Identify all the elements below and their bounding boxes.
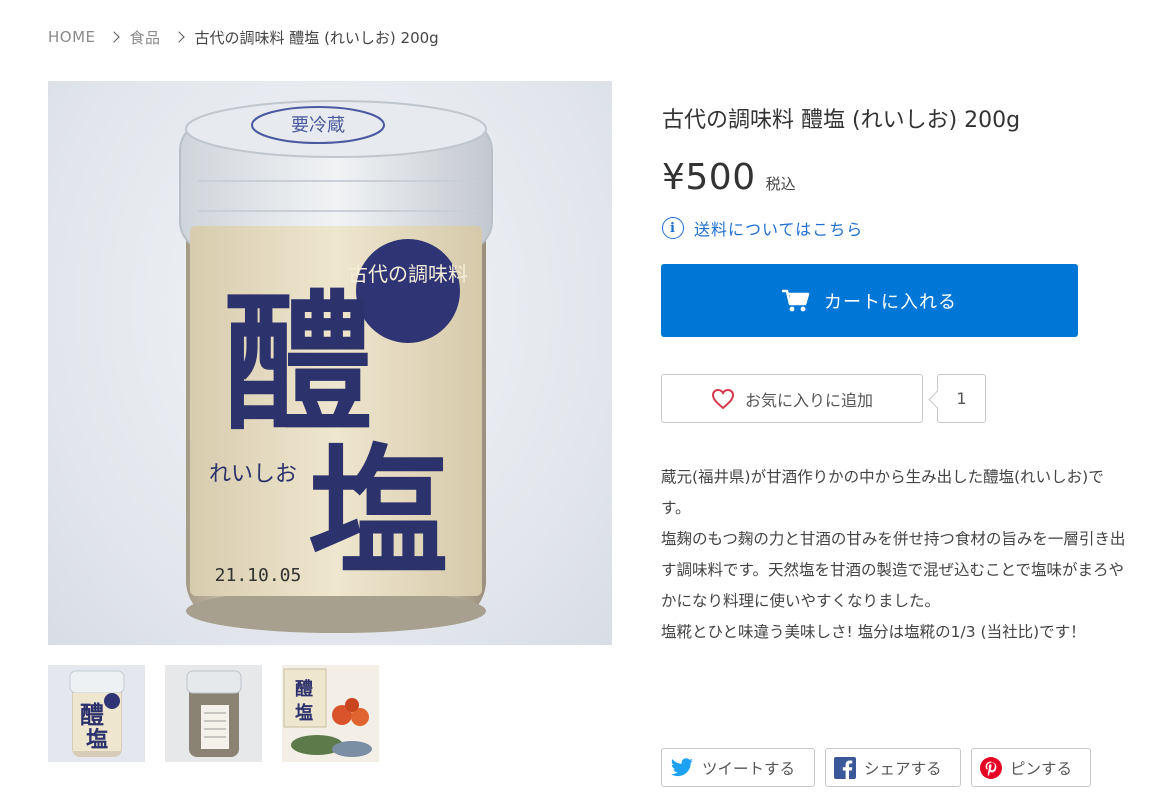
- tax-label: 税込: [765, 175, 796, 193]
- breadcrumb: HOME 食品 古代の調味料 醴塩 (れいしお) 200g: [48, 26, 439, 48]
- svg-text:醴: 醴: [295, 679, 313, 700]
- thumbnail-strip: 醴 塩 醴 塩: [48, 665, 379, 762]
- pinterest-label: ピンする: [1010, 759, 1073, 778]
- lid-label: 要冷蔵: [291, 115, 345, 136]
- tweet-label: ツイートする: [702, 759, 796, 778]
- share-buttons: ツイートする シェアする ピンする: [661, 748, 1091, 787]
- product-description: 蔵元(福井県)が甘酒作りかの中から生み出した醴塩(れいしお)です。 塩麹のもつ麹…: [661, 462, 1127, 648]
- product-main-image[interactable]: 要冷蔵 古代の調味料 醴 塩 れいしお 21.10.05: [48, 81, 612, 645]
- cart-icon: [782, 289, 810, 311]
- shipping-link-label: 送料についてはこちら: [694, 220, 864, 239]
- info-icon: i: [662, 217, 684, 239]
- breadcrumb-home-link[interactable]: HOME: [48, 28, 96, 46]
- pinterest-icon: [980, 756, 1002, 779]
- description-paragraph: 蔵元(福井県)が甘酒作りかの中から生み出した醴塩(れいしお)です。: [661, 468, 1104, 517]
- label-date: 21.10.05: [215, 565, 302, 586]
- description-paragraph: 塩糀とひと味違う美味しさ! 塩分は塩糀の1/3 (当社比)です！: [661, 623, 1086, 641]
- tweet-button[interactable]: ツイートする: [661, 748, 815, 787]
- label-char-1: 醴: [223, 276, 373, 452]
- description-paragraph: 塩麹のもつ麹の力と甘酒の甘みを併せ持つ食材の旨みを一層引き出す調味料です。天然塩…: [661, 530, 1126, 610]
- shipping-info-link[interactable]: i 送料についてはこちら: [662, 216, 863, 240]
- favorite-count: 1: [937, 374, 986, 423]
- product-title: 古代の調味料 醴塩 (れいしお) 200g: [662, 108, 1021, 133]
- price-row: ¥500 税込: [662, 157, 796, 198]
- thumbnail-1[interactable]: 醴 塩: [48, 665, 145, 762]
- add-favorite-label: お気に入りに追加: [744, 390, 873, 410]
- chevron-right-icon: [107, 31, 120, 43]
- facebook-share-button[interactable]: シェアする: [825, 748, 961, 787]
- svg-text:塩: 塩: [86, 727, 108, 753]
- svg-text:塩: 塩: [295, 702, 313, 724]
- facebook-share-label: シェアする: [864, 759, 942, 778]
- svg-text:醴: 醴: [80, 700, 104, 729]
- breadcrumb-current: 古代の調味料 醴塩 (れいしお) 200g: [194, 28, 439, 47]
- pinterest-button[interactable]: ピンする: [971, 748, 1091, 787]
- product-price: ¥500: [662, 157, 756, 198]
- add-to-cart-label: カートに入れる: [824, 291, 957, 313]
- chevron-right-icon: [172, 31, 185, 43]
- facebook-icon: [834, 756, 856, 779]
- label-reading: れいしお: [209, 462, 297, 487]
- thumbnail-3[interactable]: 醴 塩: [282, 665, 379, 762]
- heart-icon: [711, 388, 734, 409]
- add-to-cart-button[interactable]: カートに入れる: [661, 264, 1078, 337]
- label-char-2: 塩: [308, 431, 448, 595]
- add-favorite-button[interactable]: お気に入りに追加: [661, 374, 923, 423]
- twitter-icon: [671, 757, 693, 776]
- breadcrumb-category-link[interactable]: 食品: [130, 27, 161, 48]
- thumbnail-2[interactable]: [165, 665, 262, 762]
